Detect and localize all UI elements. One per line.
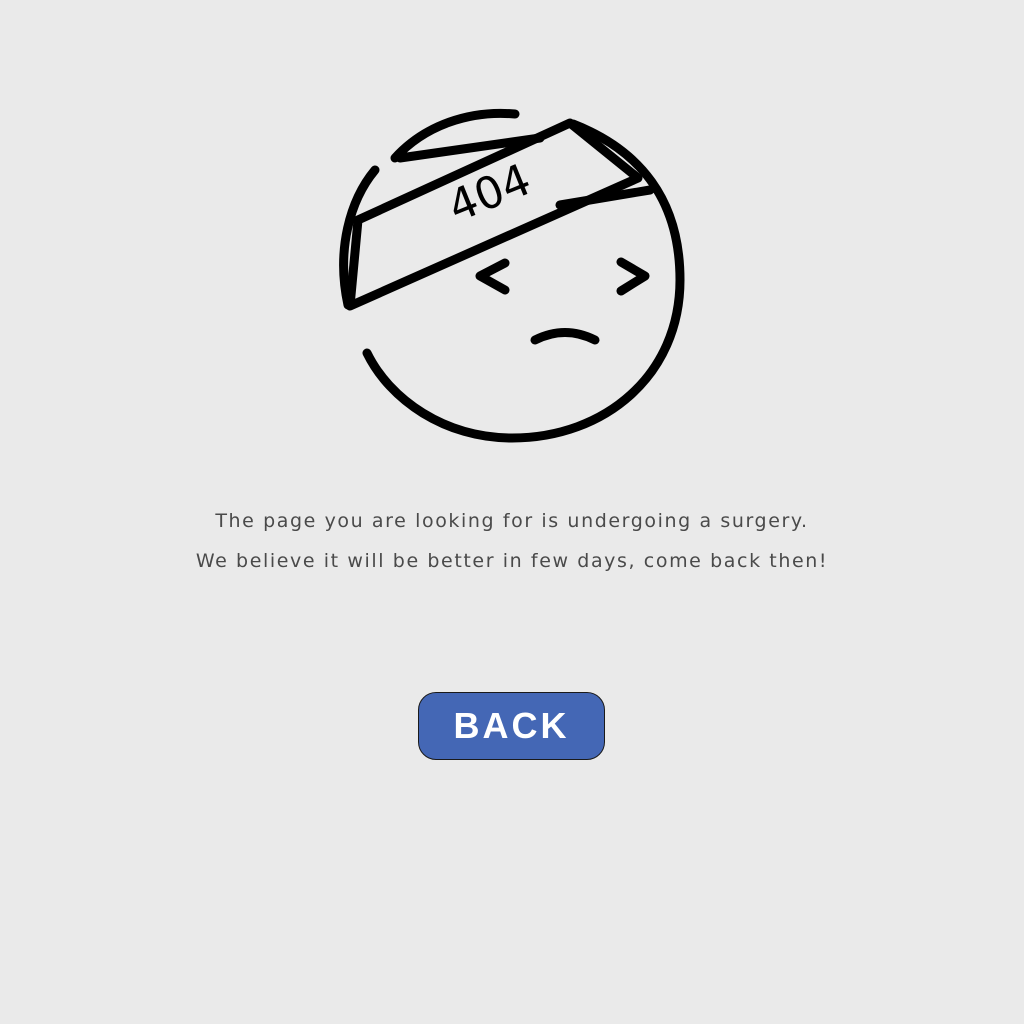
error-message-line-2: We believe it will be better in few days… [195,550,829,572]
sad-mouth-icon [530,328,600,345]
bandaged-sad-face-icon: 404 [339,108,685,443]
right-eye-icon [616,257,650,296]
back-button[interactable]: BACK [418,692,605,760]
error-message-line-1: The page you are looking for is undergoi… [215,510,809,532]
bandage-label: 404 [441,154,538,233]
error-page: 404 The page you are looking for is unde… [0,0,1024,1024]
left-eye-icon [475,258,510,295]
